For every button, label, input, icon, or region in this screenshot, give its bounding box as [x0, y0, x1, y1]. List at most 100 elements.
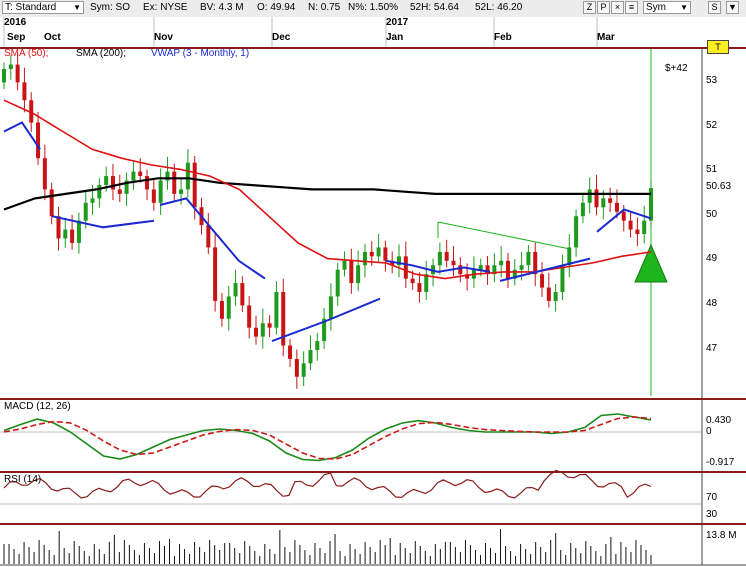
price-tick: 51 [706, 164, 718, 175]
candle-body [274, 292, 279, 328]
candle-body [22, 82, 27, 101]
candle-body [192, 162, 197, 208]
price-tick: 52 [706, 120, 718, 131]
candle-body [580, 202, 585, 217]
pattern-line [437, 221, 571, 250]
candle-body [56, 216, 61, 239]
candle-body [260, 323, 265, 337]
candle-body [601, 198, 606, 208]
candle-body [240, 283, 245, 306]
price-tick: 53 [706, 75, 718, 86]
candle-body [369, 251, 374, 257]
candle-body [158, 180, 163, 203]
candle-body [294, 358, 299, 377]
volume-label: 13.8 M [706, 530, 737, 541]
candle-body [519, 265, 524, 270]
candle-body [356, 265, 361, 284]
rsi-label: RSI (14) [4, 474, 42, 485]
price-tick: 47 [706, 343, 718, 354]
sma200-legend: SMA (200); [76, 48, 127, 59]
candle-body [342, 260, 347, 270]
candle-body [83, 202, 88, 221]
candle-body [145, 176, 150, 190]
candle-body [383, 247, 388, 261]
price-tick: 48 [706, 298, 718, 309]
candle-body [117, 189, 122, 194]
candle-body [642, 220, 647, 235]
candle-body [49, 189, 54, 217]
candle-body [8, 64, 13, 70]
candle-body [587, 189, 592, 203]
candle-body [540, 274, 545, 288]
gain-label: $+42 [665, 63, 688, 74]
candle-body [410, 278, 415, 284]
candle-body [308, 350, 313, 364]
candle-body [253, 327, 258, 337]
candle-body [376, 247, 381, 257]
candle-body [417, 283, 422, 293]
candle-body [138, 171, 143, 177]
vwap-line [159, 197, 266, 280]
candle-body [131, 171, 136, 181]
candle-body [424, 274, 429, 293]
candle-body [213, 247, 218, 301]
candle-body [219, 300, 224, 319]
candle-body [560, 265, 565, 293]
candle-body [349, 260, 354, 284]
candle-body [574, 216, 579, 248]
candle-body [362, 251, 367, 266]
candle-body [70, 229, 75, 243]
candle-body [628, 220, 633, 230]
pane-divider [0, 471, 746, 473]
macd-signal-line [3, 416, 652, 460]
price-tick: 49 [706, 253, 718, 264]
candle-body [172, 171, 177, 194]
pane-divider [0, 398, 746, 400]
candle-body [451, 260, 456, 266]
candle-body [97, 184, 102, 199]
candle-body [42, 158, 47, 190]
candle-body [526, 251, 531, 266]
macd-label: MACD (12, 26) [4, 401, 71, 412]
candle-body [36, 122, 41, 159]
candle-body [90, 198, 95, 203]
last-price-tag: 50.63 [704, 180, 744, 194]
candle-body [233, 283, 238, 297]
macd-line [3, 413, 652, 462]
candle-body [288, 345, 293, 359]
candle-body [437, 251, 442, 266]
rsi-line [3, 469, 652, 499]
candle-body [335, 269, 340, 297]
candle-body [553, 292, 558, 301]
price-tick: 50 [706, 209, 718, 220]
candle-body [2, 69, 6, 83]
candle-body [635, 229, 640, 235]
vwap-line [3, 121, 41, 150]
macd-tick: -0.917 [706, 457, 735, 468]
rsi-tick: 30 [706, 509, 718, 520]
candle-body [179, 189, 184, 194]
candle-body [444, 251, 449, 261]
trade-marker[interactable]: T [707, 40, 729, 54]
candle-body [206, 225, 211, 248]
vwap-legend: VWAP (3 - Monthly, 1) [151, 48, 250, 59]
candle-body [110, 176, 115, 190]
candle-body [614, 202, 619, 212]
rsi-tick: 70 [706, 492, 718, 503]
candle-body [63, 229, 68, 239]
candle-body [505, 260, 510, 279]
candle-body [621, 211, 626, 221]
sma50-legend: SMA (50); [4, 48, 49, 59]
candle-body [594, 189, 599, 208]
price-chart [0, 17, 746, 566]
macd-tick: 0 [706, 426, 712, 437]
candle-body [15, 64, 20, 83]
candle-body [226, 296, 231, 319]
candle-body [301, 363, 306, 377]
candle-body [76, 220, 81, 243]
buy-signal-arrow [634, 243, 668, 283]
candle-body [403, 256, 408, 279]
candle-body [151, 189, 156, 203]
candle-body [608, 198, 613, 203]
candle-body [247, 305, 252, 328]
